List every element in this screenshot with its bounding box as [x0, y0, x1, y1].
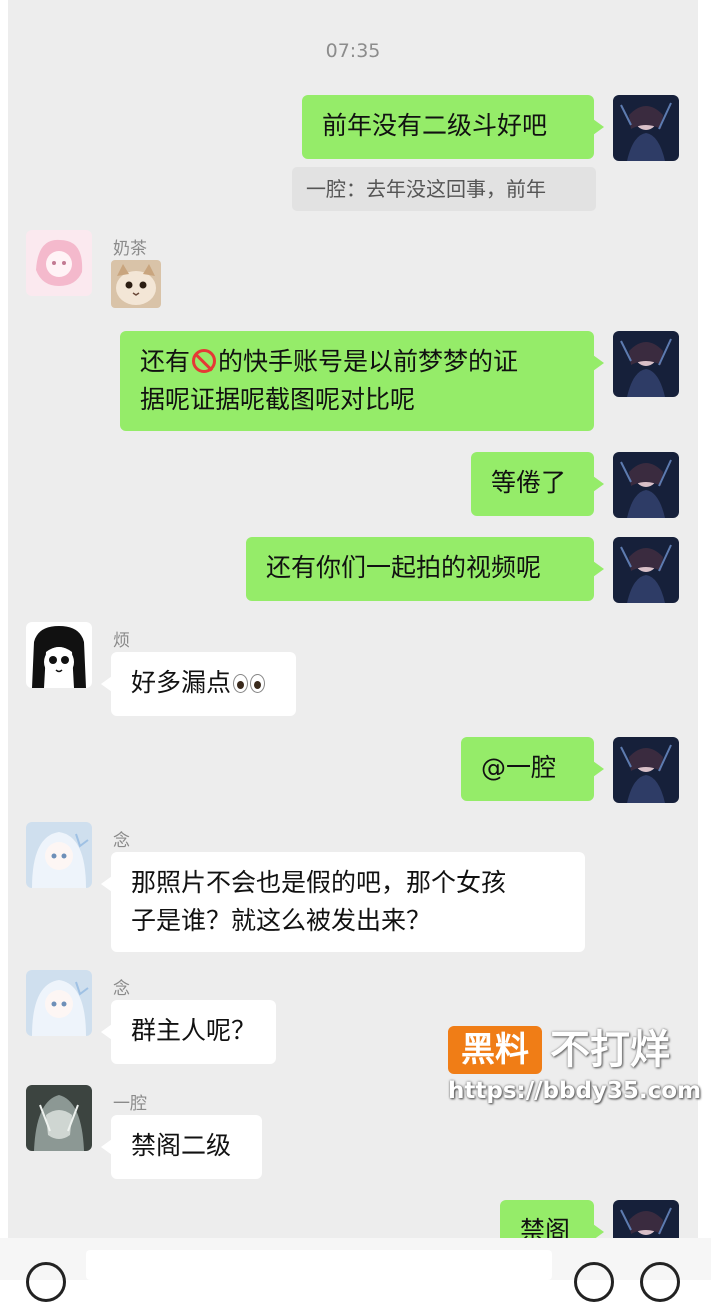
message-bubble[interactable]: 前年没有二级斗好吧	[302, 95, 604, 159]
voice-icon[interactable]	[26, 1262, 66, 1302]
sender-name: 一腔	[113, 1094, 147, 1114]
message-text-part: 的快手账号是以前梦梦的证	[218, 347, 519, 376]
sender-name: 念	[113, 979, 130, 999]
no-entry-icon	[192, 349, 217, 373]
input-bar	[0, 1238, 711, 1302]
sender-avatar[interactable]	[26, 822, 92, 888]
message-bubble[interactable]: 等倦了	[471, 452, 604, 516]
sender-name: 念	[113, 831, 130, 851]
message-text-line: 那照片不会也是假的吧，那个女孩	[131, 868, 507, 897]
message-bubble[interactable]: 还有你们一起拍的视频呢	[246, 537, 604, 601]
message-bubble[interactable]: 好多漏点	[101, 652, 296, 716]
sender-avatar[interactable]	[26, 230, 92, 296]
message-text-line: 子是谁？就这么被发出来？	[131, 906, 432, 935]
plus-icon[interactable]	[640, 1262, 680, 1302]
my-avatar[interactable]	[613, 95, 679, 161]
emoji-icon[interactable]	[574, 1262, 614, 1302]
message-bubble[interactable]: 群主人呢？	[101, 1000, 276, 1064]
sender-name: 烦	[113, 631, 130, 651]
timestamp: 07:35	[325, 40, 381, 62]
watermark-name: 不打烊	[550, 1027, 670, 1073]
quoted-message[interactable]: 一腔：去年没这回事，前年	[292, 167, 596, 211]
message-bubble[interactable]: @一腔	[461, 737, 604, 801]
my-avatar[interactable]	[613, 537, 679, 603]
message-bubble[interactable]: 禁阁	[500, 1200, 604, 1238]
message-text-line: 据呢证据呢截图呢对比呢	[140, 385, 416, 414]
watermark-url: https://bbdy35.com	[448, 1078, 702, 1104]
sender-avatar[interactable]	[26, 970, 92, 1036]
watermark-badge: 黑料	[448, 1026, 542, 1074]
message-bubble[interactable]: 还有 的快手账号是以前梦梦的证 据呢证据呢截图呢对比呢	[120, 331, 604, 431]
my-avatar[interactable]	[613, 1200, 679, 1238]
message-bubble[interactable]: 那照片不会也是假的吧，那个女孩 子是谁？就这么被发出来？	[101, 852, 585, 952]
message-text-part: 还有	[140, 347, 191, 376]
cat-sticker[interactable]	[111, 260, 161, 308]
sender-avatar[interactable]	[26, 1085, 92, 1151]
sender-name: 奶茶	[113, 239, 147, 259]
sender-avatar[interactable]	[26, 622, 92, 688]
eyes-emoji-icon	[233, 666, 267, 704]
message-text: 好多漏点	[131, 668, 232, 697]
message-input[interactable]	[86, 1250, 552, 1280]
message-bubble[interactable]: 禁阁二级	[101, 1115, 262, 1179]
my-avatar[interactable]	[613, 452, 679, 518]
my-avatar[interactable]	[613, 331, 679, 397]
my-avatar[interactable]	[613, 737, 679, 803]
